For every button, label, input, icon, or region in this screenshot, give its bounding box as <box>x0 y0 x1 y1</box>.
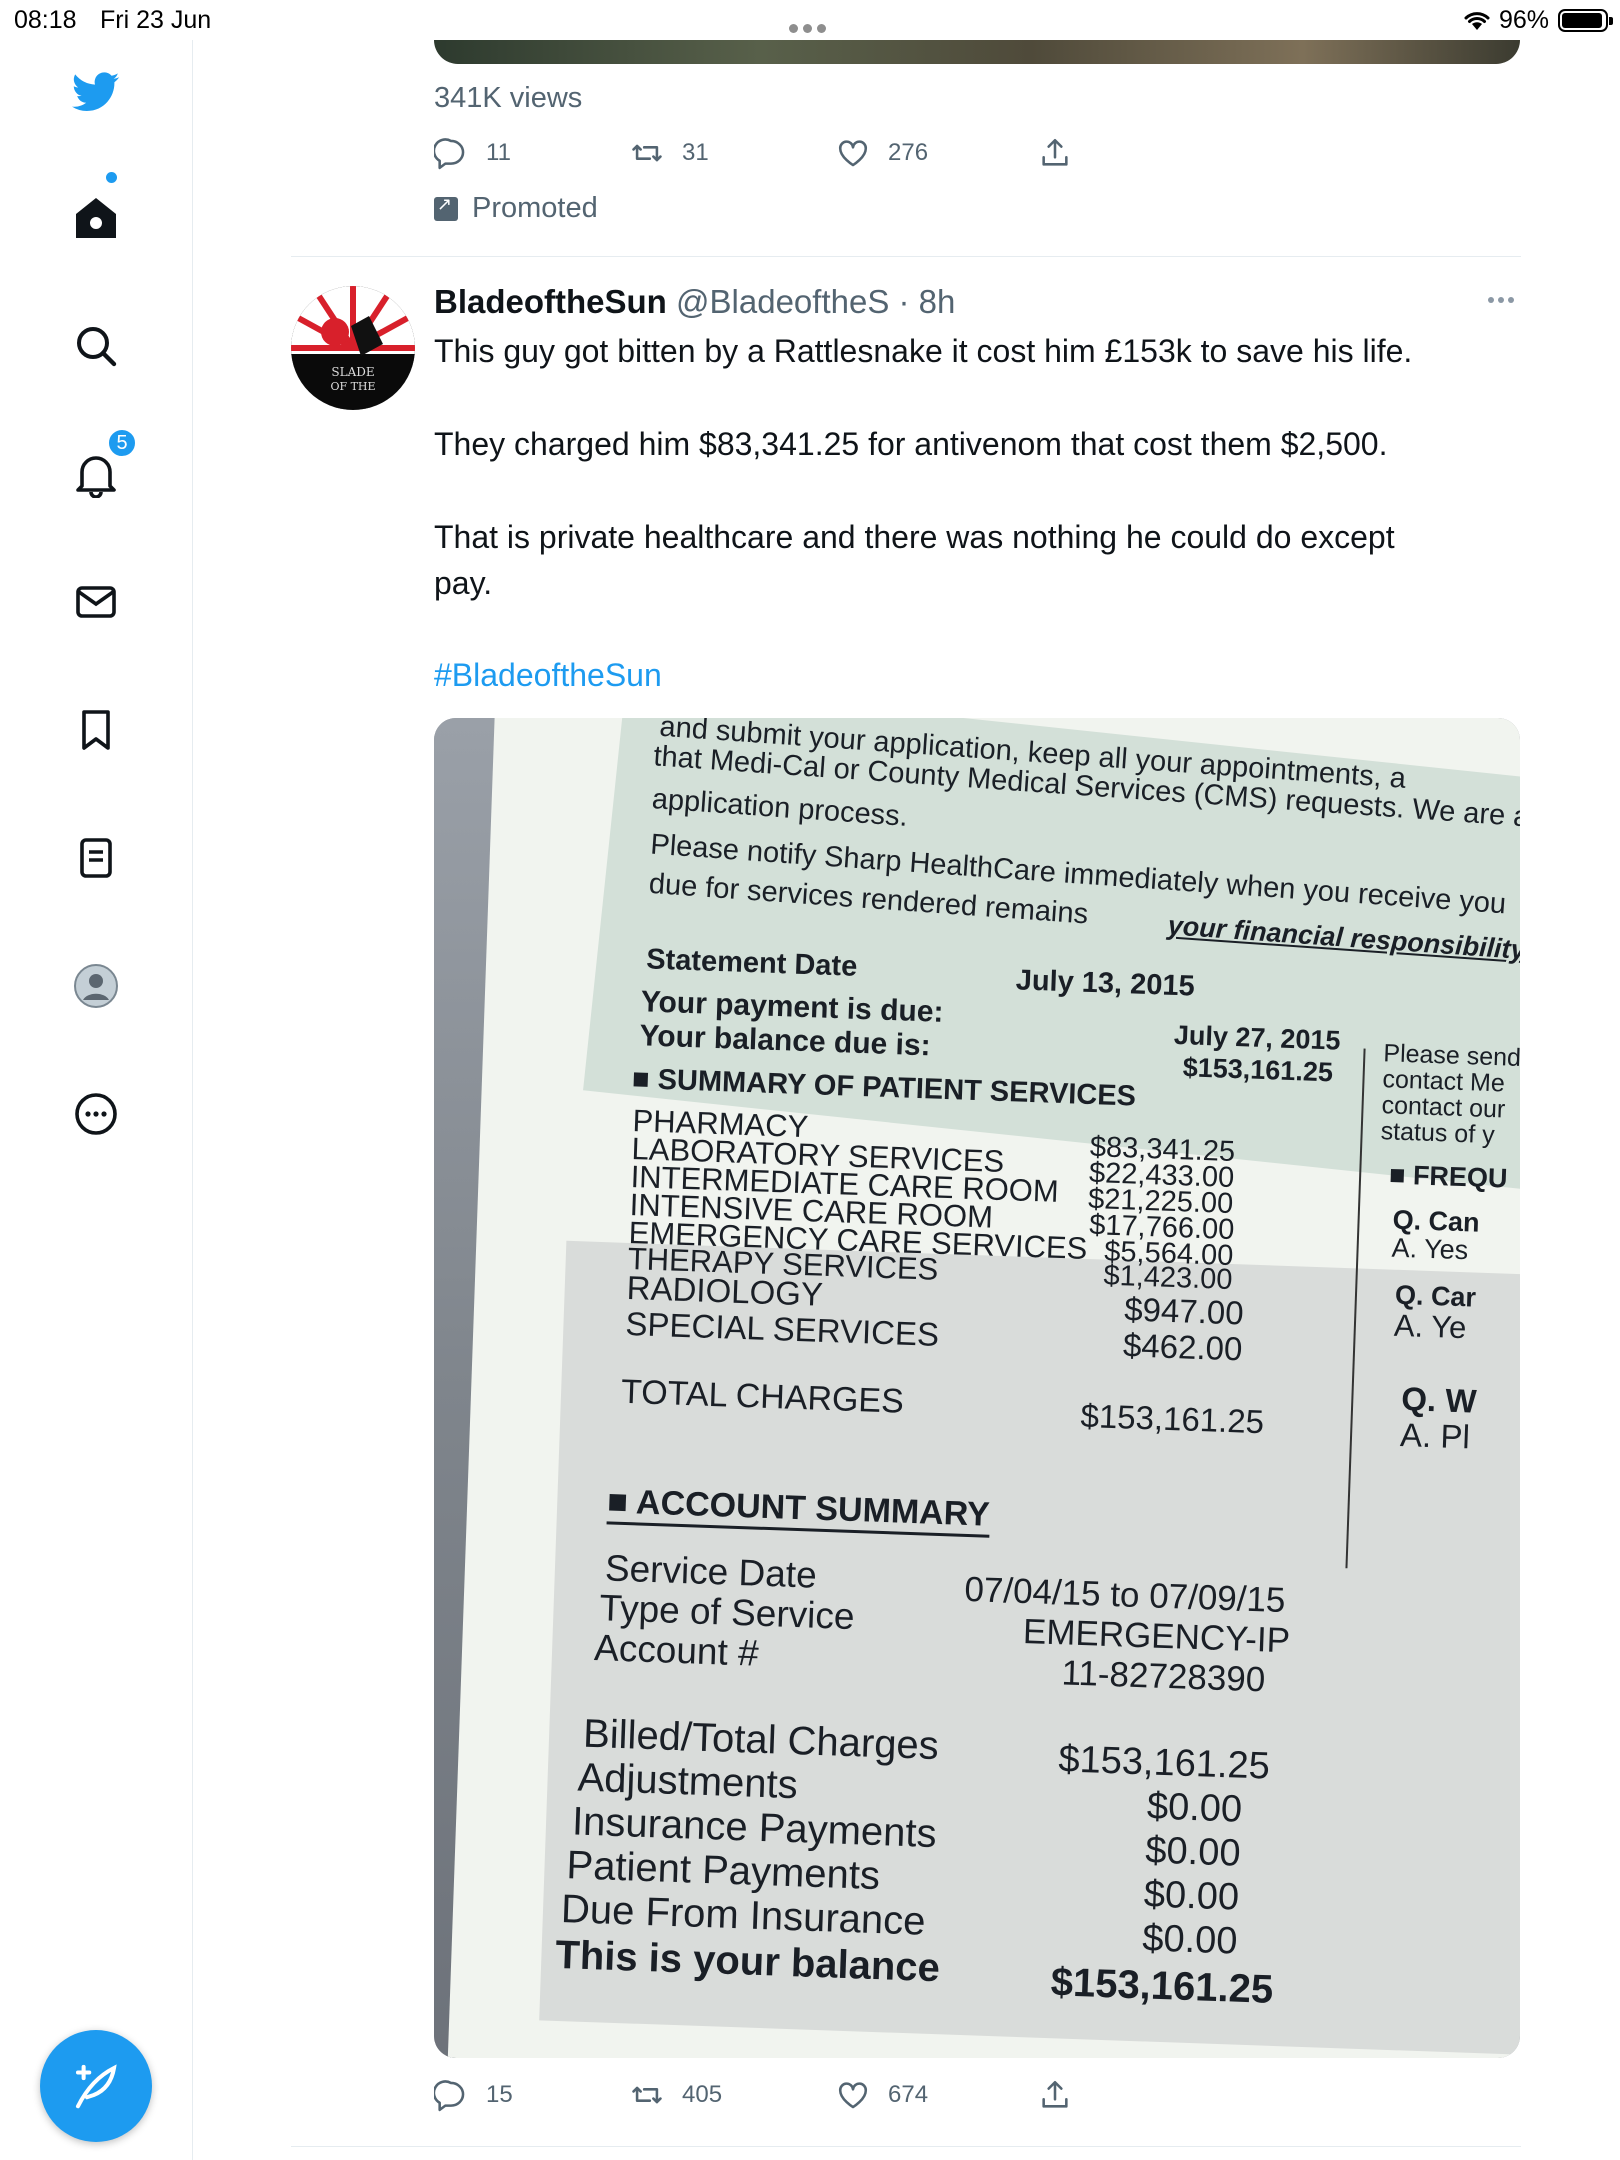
author-name[interactable]: BladeoftheSun <box>434 283 667 320</box>
payment-due-value: July 27, 2015 <box>1173 1019 1342 1056</box>
reply-button[interactable]: 11 <box>434 136 511 170</box>
tweet-actions: 15 405 674 <box>434 2078 1074 2122</box>
messages-envelope-icon[interactable] <box>68 574 124 630</box>
previous-tweet-actions: 11 31 276 <box>434 136 1074 180</box>
account-number-label: Account # <box>593 1627 760 1674</box>
balance-due-value: $153,161.25 <box>1182 1052 1334 1088</box>
status-bar: 08:18 Fri 23 Jun 96% <box>0 0 1620 40</box>
svg-text:SLADE: SLADE <box>331 365 374 379</box>
tweet-divider <box>291 256 1521 257</box>
promoted-text: Promoted <box>472 192 598 224</box>
view-count: 341K views <box>434 82 583 114</box>
tweet-text-line-4: pay. <box>434 565 493 601</box>
insurance-payments-value: $0.00 <box>1144 1829 1242 1875</box>
side-a1: A. Yes <box>1391 1232 1469 1266</box>
side-text-4: status of y <box>1380 1117 1496 1150</box>
account-number-value: 11-82728390 <box>1060 1653 1266 1700</box>
total-charges-value: $153,161.25 <box>1079 1396 1265 1441</box>
bill-paper: and submit your application, keep all yo… <box>445 718 1520 2058</box>
side-faq-text: FREQU <box>1412 1160 1508 1194</box>
reply-count: 11 <box>486 139 511 166</box>
author-avatar[interactable]: SLADE OF THE <box>291 286 415 410</box>
battery-percent: 96% <box>1499 6 1550 34</box>
hashtag-link[interactable]: #BladeoftheSun <box>434 652 1514 698</box>
retweet-icon <box>632 144 662 162</box>
home-icon[interactable] <box>68 190 124 246</box>
patient-payments-value: $0.00 <box>1143 1873 1240 1919</box>
like-button[interactable]: 276 <box>836 136 928 170</box>
tweet-divider-bottom <box>291 2146 1521 2147</box>
retweet-count: 405 <box>682 2081 723 2108</box>
your-balance-value: $153,161.25 <box>1050 1960 1274 2012</box>
search-icon[interactable] <box>68 318 124 374</box>
like-button[interactable]: 674 <box>836 2078 928 2112</box>
more-options-icon[interactable] <box>68 1086 124 1142</box>
heart-icon <box>838 2082 868 2109</box>
reply-icon <box>434 2080 465 2112</box>
share-button[interactable] <box>1038 136 1090 170</box>
retweet-button[interactable]: 405 <box>630 2078 722 2112</box>
retweet-count: 31 <box>682 139 709 166</box>
retweet-button[interactable]: 31 <box>630 136 709 170</box>
author-handle[interactable]: @BladeoftheS <box>676 283 889 320</box>
side-a2: A. Ye <box>1393 1307 1467 1346</box>
twitter-logo-icon[interactable] <box>68 64 124 120</box>
adjustments-value: $0.00 <box>1146 1785 1243 1831</box>
status-time: 08:18 <box>14 6 77 34</box>
multitasking-dots-icon[interactable] <box>789 20 833 33</box>
reply-button[interactable]: 15 <box>434 2078 513 2112</box>
side-a3: A. Pl <box>1399 1416 1471 1456</box>
lists-icon[interactable] <box>68 830 124 886</box>
battery-icon <box>1558 9 1613 32</box>
retweet-icon <box>632 2086 662 2104</box>
share-icon <box>1042 2080 1068 2108</box>
previous-tweet-image[interactable] <box>434 40 1520 64</box>
feather-plus-icon <box>75 2064 117 2109</box>
tweet-author[interactable]: BladeoftheSun @BladeoftheS · 8h <box>434 283 955 321</box>
share-button[interactable] <box>1038 2078 1090 2112</box>
promoted-icon <box>434 194 458 221</box>
reply-count: 15 <box>486 2081 513 2108</box>
side-q3: Q. W <box>1400 1380 1478 1420</box>
service-amount-8: $462.00 <box>1122 1326 1243 1368</box>
tweet-photo-hospital-bill[interactable]: and submit your application, keep all yo… <box>434 718 1520 2058</box>
due-from-insurance-value: $0.00 <box>1141 1917 1239 1963</box>
tweet-text-line-1: This guy got bitten by a Rattlesnake it … <box>434 333 1413 369</box>
tweet-more-menu-icon[interactable] <box>1488 290 1522 314</box>
profile-avatar-icon[interactable] <box>68 958 124 1014</box>
reply-icon <box>434 138 465 170</box>
notifications-badge: 5 <box>107 428 137 458</box>
sidebar <box>0 40 193 2160</box>
tweet-text-line-3: That is private healthcare and there was… <box>434 519 1395 555</box>
home-unread-dot <box>106 172 117 183</box>
heart-icon <box>838 140 868 167</box>
promoted-label: Promoted <box>434 192 598 225</box>
tweet-text-line-2: They charged him $83,341.25 for antiveno… <box>434 426 1388 462</box>
wifi-icon <box>1464 12 1490 30</box>
billed-charges-value: $153,161.25 <box>1057 1738 1271 1788</box>
status-date: Fri 23 Jun <box>100 6 212 34</box>
like-count: 276 <box>888 139 929 166</box>
tweet-time[interactable]: · 8h <box>899 283 956 320</box>
svg-text:OF THE: OF THE <box>330 380 375 393</box>
bookmarks-icon[interactable] <box>68 702 124 758</box>
statement-date-value: July 13, 2015 <box>1015 964 1196 1003</box>
like-count: 674 <box>888 2081 929 2108</box>
share-icon <box>1042 138 1068 166</box>
side-faq-title: ■ FREQU <box>1388 1159 1508 1194</box>
compose-tweet-button[interactable] <box>40 2030 152 2142</box>
